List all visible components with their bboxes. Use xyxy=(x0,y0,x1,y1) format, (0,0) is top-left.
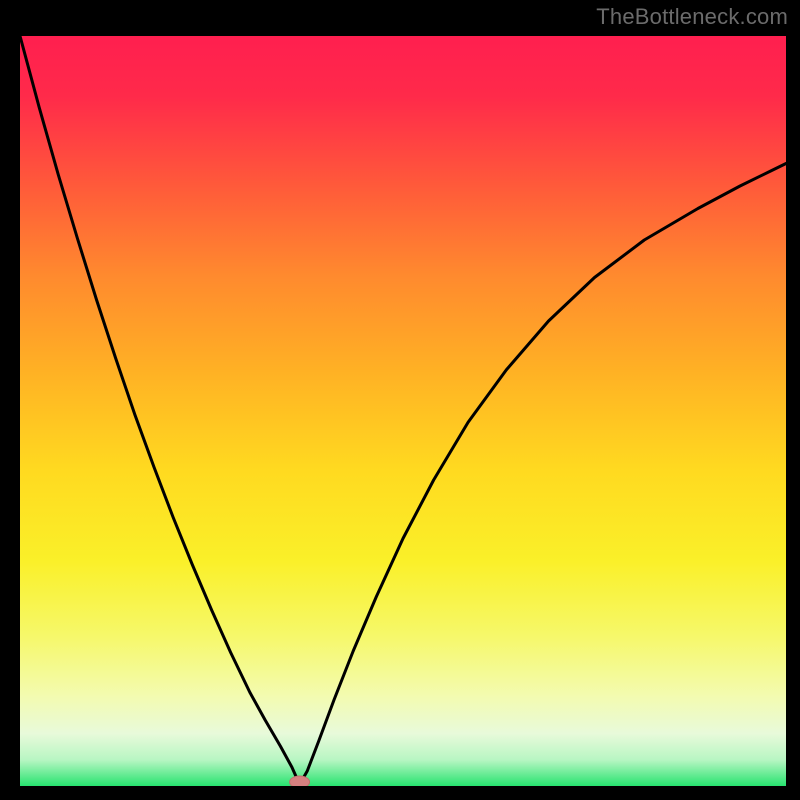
frame-left xyxy=(0,0,20,800)
frame-top-bar xyxy=(0,32,800,36)
watermark-text: TheBottleneck.com xyxy=(596,4,788,30)
chart-svg xyxy=(0,0,800,800)
frame-right xyxy=(786,0,800,800)
frame-bottom xyxy=(0,786,800,800)
chart-stage: TheBottleneck.com xyxy=(0,0,800,800)
